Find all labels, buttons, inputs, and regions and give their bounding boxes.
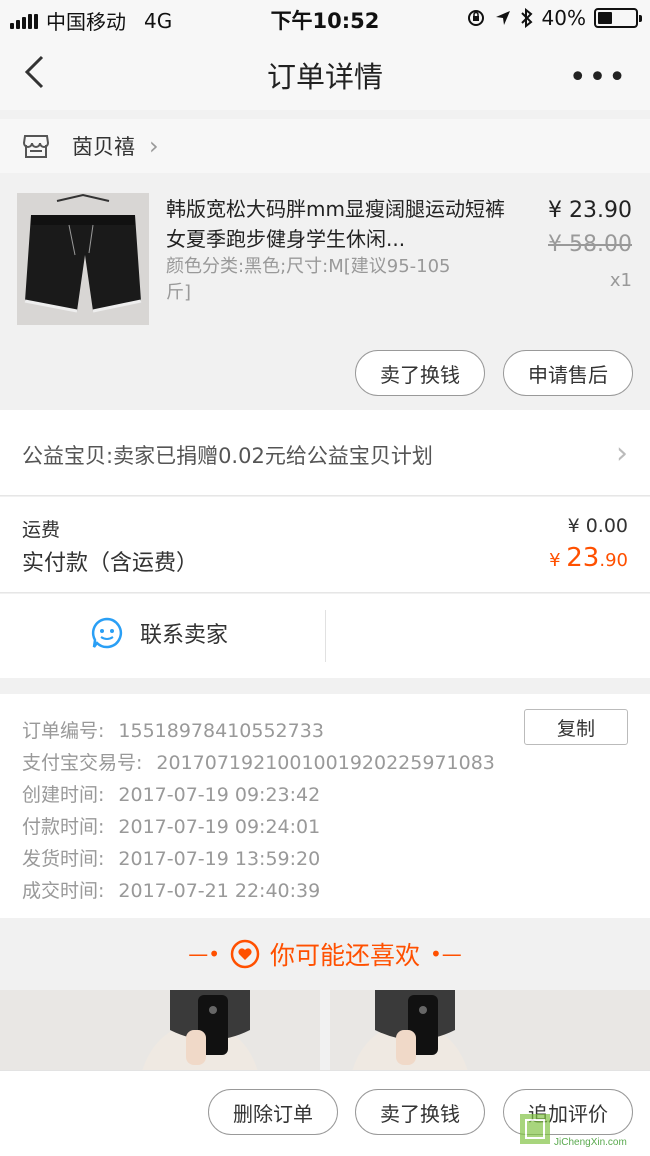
- shop-row[interactable]: 茵贝禧 ›: [0, 119, 650, 173]
- paid-time-row: 付款时间: 2017-07-19 09:24:01: [22, 812, 320, 839]
- info-label: 订单编号:: [22, 720, 105, 742]
- total-value: ¥ 23.90: [549, 543, 628, 573]
- product-title[interactable]: 韩版宽松大码胖mm显瘦阔腿运动短裤女夏季跑步健身学生休闲...: [166, 194, 516, 254]
- status-right: 40%: [466, 6, 642, 30]
- shipped-time-row: 发货时间: 2017-07-19 13:59:20: [22, 844, 320, 871]
- chat-bubble-icon: [91, 617, 123, 649]
- delete-order-button[interactable]: 删除订单: [208, 1089, 338, 1135]
- chevron-right-icon: ›: [616, 436, 628, 471]
- left-decoration: —•: [188, 942, 220, 966]
- divider: [325, 610, 326, 662]
- nav-bar: 订单详情 •••: [0, 36, 650, 110]
- total-decimal: .90: [599, 550, 628, 571]
- recommend-grid: [0, 990, 650, 1080]
- total-currency: ¥: [549, 550, 567, 571]
- alipay-number-row: 支付宝交易号: 2017071921001001920225971083: [22, 748, 495, 775]
- bottom-action-bar: 删除订单 卖了换钱 追加评价 JiChengXin.com: [0, 1070, 650, 1156]
- completed-time-row: 成交时间: 2017-07-21 22:40:39: [22, 876, 320, 903]
- store-icon: [22, 135, 50, 158]
- recommend-header: —• 你可能还喜欢 •—: [0, 918, 650, 990]
- order-number-row: 订单编号: 15518978410552733: [22, 716, 324, 743]
- aftersale-button[interactable]: 申请售后: [503, 350, 633, 396]
- copy-button[interactable]: 复制: [524, 709, 628, 745]
- total-integer: 23: [566, 543, 600, 573]
- recommend-item-image[interactable]: [0, 990, 320, 1080]
- info-value: 2017-07-19 13:59:20: [118, 848, 321, 870]
- contact-section: 联系卖家: [0, 594, 650, 678]
- recommend-title: 你可能还喜欢: [269, 941, 420, 970]
- sell-button[interactable]: 卖了换钱: [355, 350, 485, 396]
- heart-icon: [230, 939, 260, 969]
- location-icon: [495, 11, 510, 25]
- info-label: 创建时间:: [22, 784, 105, 806]
- info-value: 2017071921001001920225971083: [156, 752, 495, 774]
- bluetooth-icon: [520, 8, 533, 28]
- contact-seller-button[interactable]: 联系卖家: [90, 616, 228, 650]
- product-quantity: x1: [609, 270, 632, 291]
- info-label: 支付宝交易号:: [22, 752, 143, 774]
- created-time-row: 创建时间: 2017-07-19 09:23:42: [22, 780, 320, 807]
- info-label: 付款时间:: [22, 816, 105, 838]
- watermark-logo: JiChengXin.com: [518, 1112, 638, 1148]
- info-value: 2017-07-21 22:40:39: [118, 880, 321, 902]
- watermark-text: JiChengXin.com: [554, 1137, 627, 1148]
- shipping-value: ¥ 0.00: [567, 515, 628, 537]
- fees-section: 运费 ¥ 0.00 实付款（含运费） ¥ 23.90: [0, 497, 650, 593]
- shipping-label: 运费: [22, 519, 61, 541]
- charity-text: 公益宝贝:卖家已捐赠0.02元给公益宝贝计划: [22, 444, 433, 468]
- info-value: 15518978410552733: [118, 720, 324, 742]
- shop-name: 茵贝禧: [72, 135, 135, 159]
- info-label: 成交时间:: [22, 880, 105, 902]
- product-spec: 颜色分类:黑色;尺寸:M[建议95-105斤]: [166, 256, 451, 303]
- recommend-item-image[interactable]: [330, 990, 650, 1080]
- total-label: 实付款（含运费）: [22, 551, 199, 576]
- product-original-price: ¥ 58.00: [548, 232, 632, 257]
- info-label: 发货时间:: [22, 848, 105, 870]
- battery-icon: [594, 8, 642, 28]
- product-card: 韩版宽松大码胖mm显瘦阔腿运动短裤女夏季跑步健身学生休闲... 颜色分类:黑色;…: [0, 182, 650, 410]
- info-value: 2017-07-19 09:23:42: [118, 784, 321, 806]
- battery-percent: 40%: [541, 6, 586, 30]
- order-info-section: 复制 订单编号: 15518978410552733 支付宝交易号: 2017071…: [0, 694, 650, 918]
- charity-row[interactable]: 公益宝贝:卖家已捐赠0.02元给公益宝贝计划 ›: [0, 410, 650, 496]
- right-decoration: •—: [430, 942, 462, 966]
- more-button[interactable]: •••: [569, 60, 628, 95]
- product-image[interactable]: [17, 193, 149, 325]
- rotation-lock-icon: [467, 10, 484, 26]
- sell-button-bottom[interactable]: 卖了换钱: [355, 1089, 485, 1135]
- contact-seller-label: 联系卖家: [140, 623, 229, 648]
- page-title: 订单详情: [266, 60, 383, 94]
- info-value: 2017-07-19 09:24:01: [118, 816, 321, 838]
- product-price: ¥ 23.90: [548, 198, 632, 223]
- status-bar: 中国移动 4G 下午10:52 40%: [0, 0, 650, 36]
- chevron-right-icon: ›: [149, 132, 159, 160]
